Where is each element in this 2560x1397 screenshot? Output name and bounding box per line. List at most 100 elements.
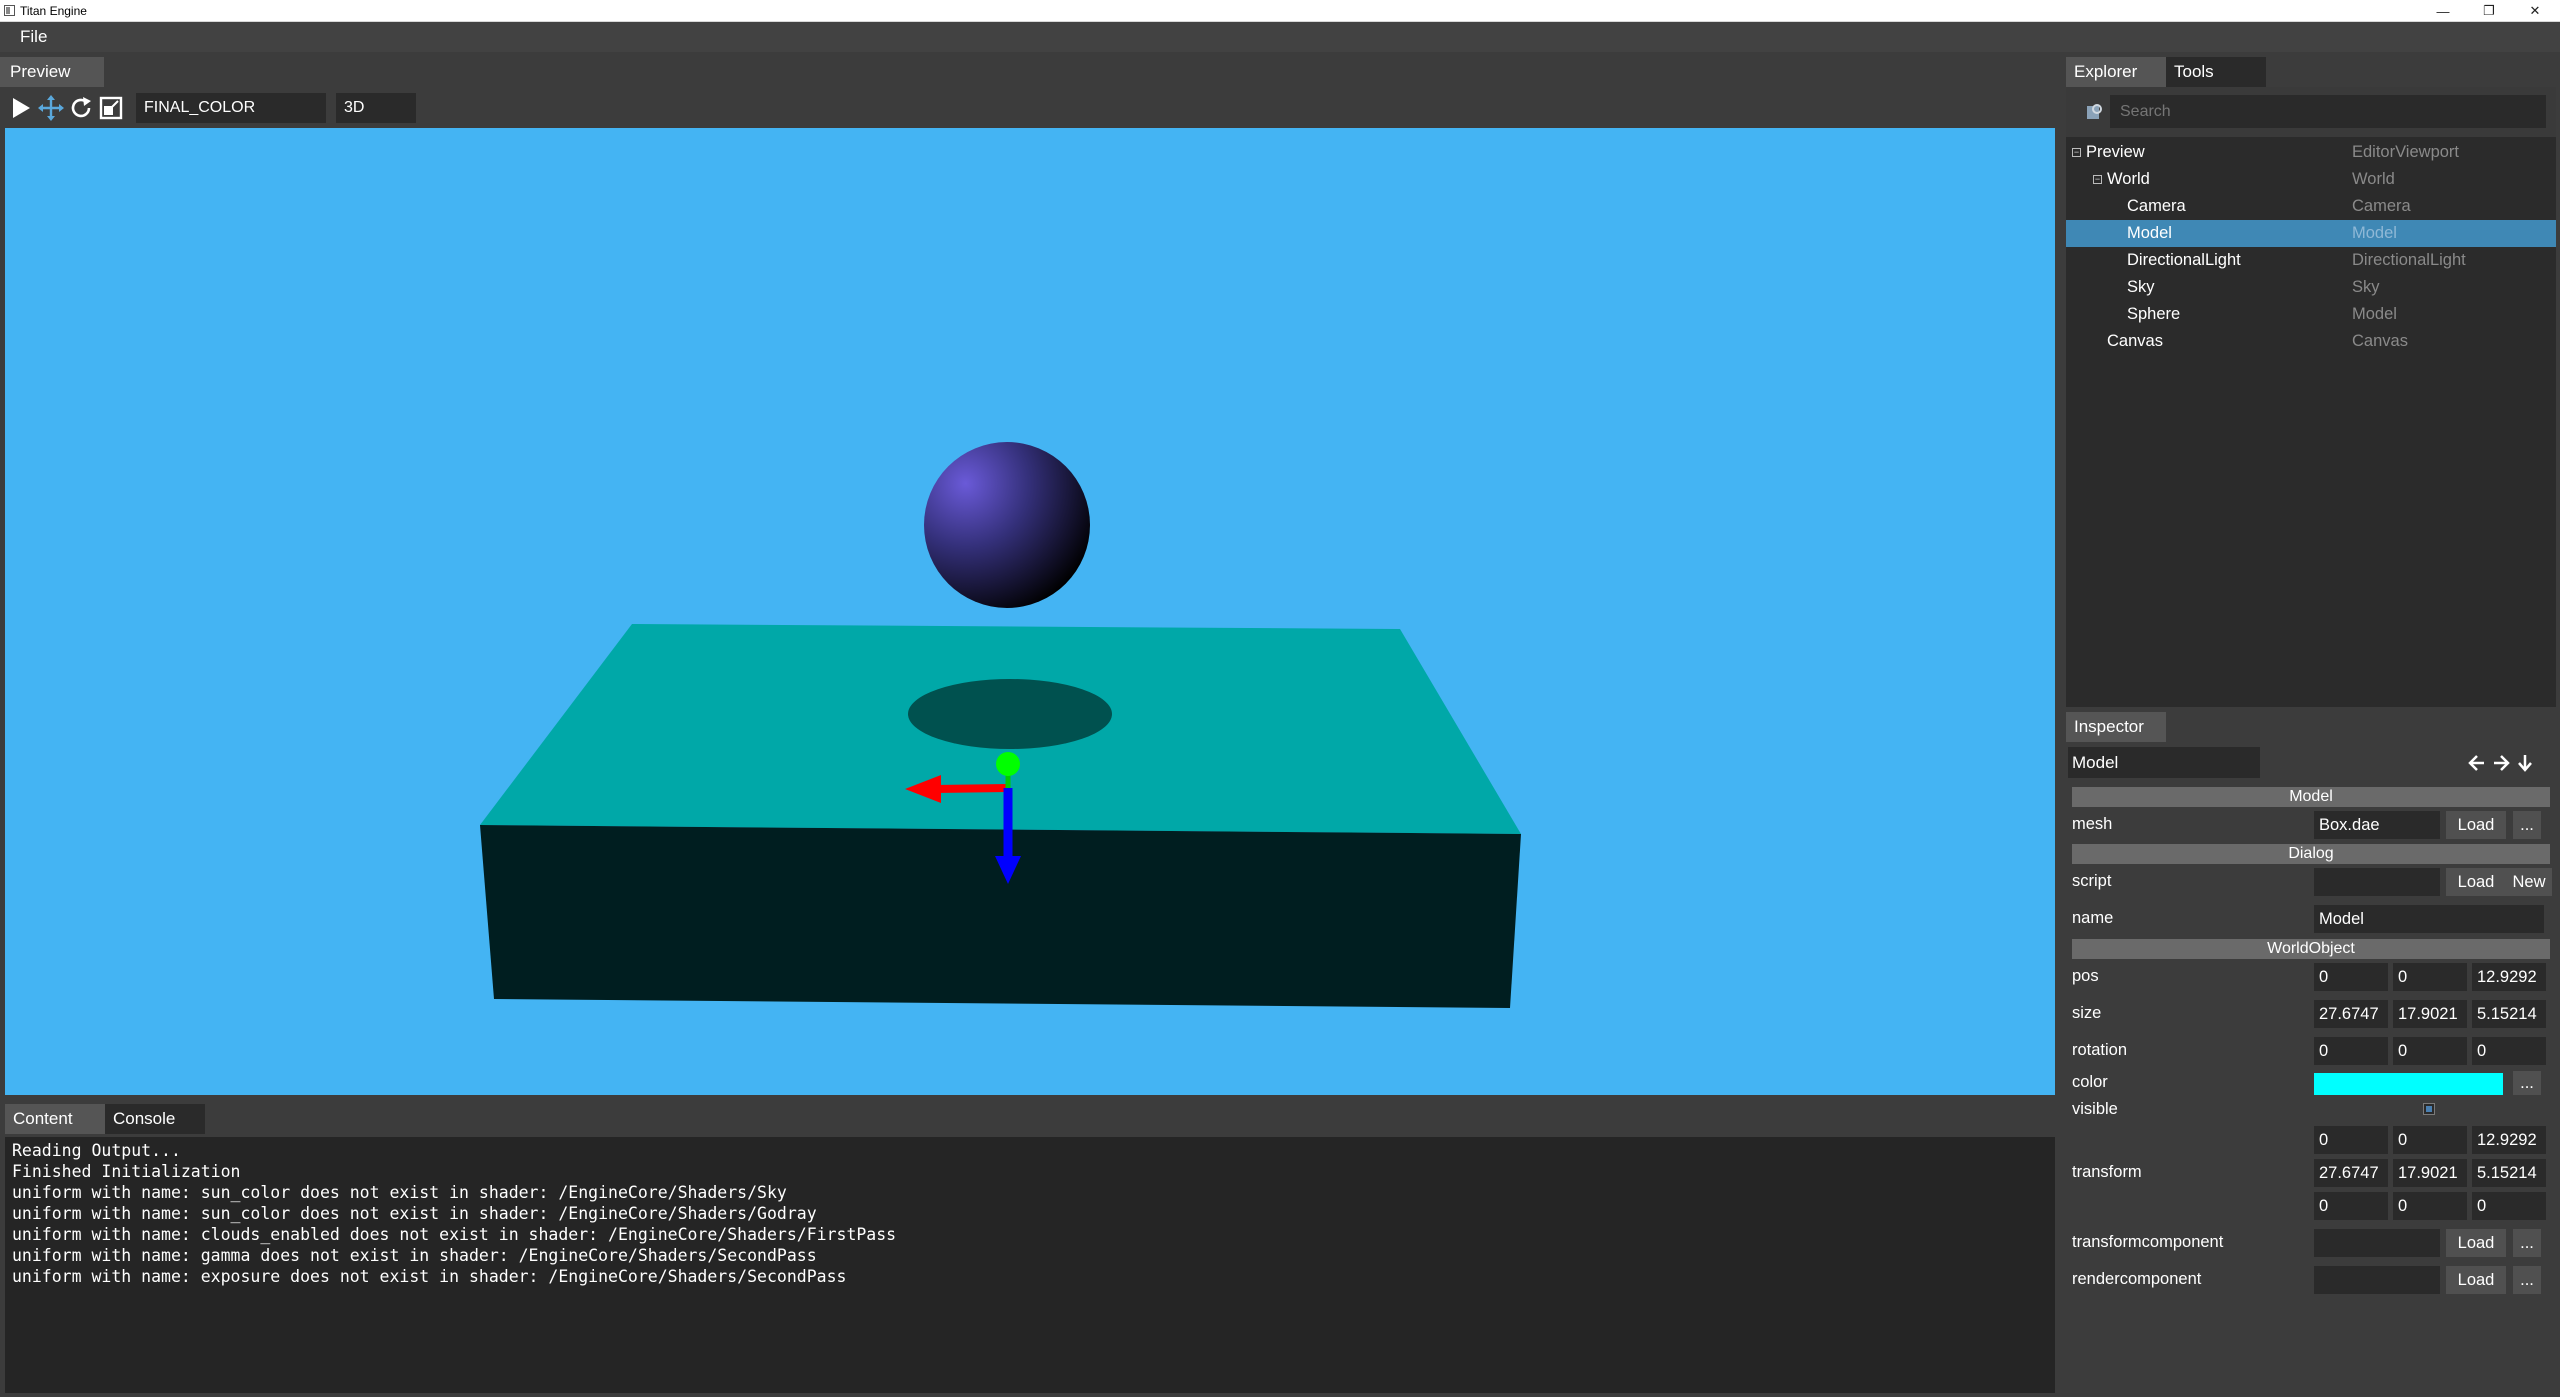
scene-render: [480, 442, 1521, 1008]
tree-item-type: Sky: [2352, 278, 2380, 296]
arrow-right-icon[interactable]: [2492, 753, 2510, 773]
menu-bar: File: [0, 22, 2560, 52]
script-load-button[interactable]: Load: [2446, 868, 2506, 896]
transformcomponent-more-button[interactable]: ...: [2513, 1229, 2541, 1257]
prop-label-rotation: rotation: [2072, 1041, 2128, 1059]
tree-item-type: Canvas: [2352, 332, 2408, 350]
tab-inspector[interactable]: Inspector: [2066, 712, 2166, 742]
search-input[interactable]: [2110, 102, 2510, 121]
collapse-icon[interactable]: −: [2072, 148, 2081, 157]
tab-explorer[interactable]: Explorer: [2066, 57, 2166, 87]
pos-y-field[interactable]: 0: [2393, 963, 2467, 991]
console-output[interactable]: Reading Output... Finished Initializatio…: [5, 1137, 2055, 1393]
tree-item-sky[interactable]: Sky Sky: [2066, 274, 2556, 301]
prop-label-size: size: [2072, 1004, 2102, 1022]
scale-icon[interactable]: [96, 93, 126, 123]
transformcomponent-load-button[interactable]: Load: [2446, 1229, 2506, 1257]
transform-field[interactable]: 0: [2314, 1126, 2388, 1154]
view-dimension-toggle[interactable]: 3D: [336, 92, 416, 123]
search-icon: [2078, 95, 2110, 128]
window-title: Titan Engine: [20, 3, 87, 18]
rotation-x-field[interactable]: 0: [2314, 1037, 2388, 1065]
size-y-field[interactable]: 17.9021: [2393, 1000, 2467, 1028]
transform-field[interactable]: 0: [2393, 1192, 2467, 1220]
minimize-button[interactable]: —: [2420, 0, 2466, 22]
transformcomponent-field[interactable]: [2314, 1229, 2440, 1257]
rotation-y-field[interactable]: 0: [2393, 1037, 2467, 1065]
arrow-left-icon[interactable]: [2468, 753, 2486, 773]
prop-label-transform: transform: [2072, 1163, 2142, 1181]
transform-field[interactable]: 12.9292: [2472, 1126, 2546, 1154]
arrow-down-icon[interactable]: [2516, 753, 2534, 773]
size-x-field[interactable]: 27.6747: [2314, 1000, 2388, 1028]
script-field[interactable]: [2314, 868, 2440, 896]
tree-item-type: World: [2352, 170, 2395, 188]
inspected-object-name: Model: [2068, 747, 2260, 778]
tree-item-name: Preview: [2086, 143, 2145, 161]
tree-item-world[interactable]: − World World: [2066, 166, 2556, 193]
collapse-icon[interactable]: −: [2093, 175, 2102, 184]
inspector-panel: Model Model mesh Box.dae Load ... Dialog…: [2066, 743, 2556, 1393]
move-icon[interactable]: [36, 93, 66, 123]
prop-label-visible: visible: [2072, 1100, 2118, 1118]
visible-checkbox[interactable]: [2423, 1103, 2435, 1115]
sphere-shadow: [908, 679, 1112, 749]
play-icon[interactable]: [6, 93, 36, 123]
pos-x-field[interactable]: 0: [2314, 963, 2388, 991]
search-box[interactable]: [2078, 95, 2546, 128]
render-mode-select[interactable]: FINAL_COLOR: [136, 92, 326, 123]
tree-item-model[interactable]: Model Model: [2066, 220, 2556, 247]
tree-item-type: DirectionalLight: [2352, 251, 2466, 269]
pos-z-field[interactable]: 12.9292: [2472, 963, 2546, 991]
tree-item-name: Canvas: [2107, 332, 2163, 350]
restore-button[interactable]: ❐: [2466, 0, 2512, 22]
sphere-model: [924, 442, 1090, 608]
tab-console[interactable]: Console: [105, 1104, 205, 1134]
tree-item-camera[interactable]: Camera Camera: [2066, 193, 2556, 220]
rotation-z-field[interactable]: 0: [2472, 1037, 2546, 1065]
size-z-field[interactable]: 5.15214: [2472, 1000, 2546, 1028]
box-front-face: [480, 825, 1521, 1008]
rendercomponent-field[interactable]: [2314, 1266, 2440, 1294]
transform-field[interactable]: 27.6747: [2314, 1159, 2388, 1187]
rendercomponent-load-button[interactable]: Load: [2446, 1266, 2506, 1294]
prop-label-name: name: [2072, 909, 2114, 927]
mesh-load-button[interactable]: Load: [2446, 811, 2506, 839]
transform-field[interactable]: 5.15214: [2472, 1159, 2546, 1187]
tree-item-directionallight[interactable]: DirectionalLight DirectionalLight: [2066, 247, 2556, 274]
tree-item-canvas[interactable]: Canvas Canvas: [2066, 328, 2556, 355]
rotate-icon[interactable]: [66, 93, 96, 123]
script-new-button[interactable]: New: [2506, 868, 2552, 896]
inspector-header: Model: [2066, 743, 2556, 783]
mesh-field[interactable]: Box.dae: [2314, 811, 2440, 839]
console-line: Reading Output...: [12, 1141, 181, 1160]
transform-field[interactable]: 0: [2314, 1192, 2388, 1220]
close-button[interactable]: ✕: [2512, 0, 2558, 22]
prop-label-mesh: mesh: [2072, 815, 2113, 833]
color-swatch[interactable]: [2314, 1073, 2503, 1095]
tree-item-name: Model: [2127, 224, 2172, 242]
tree-item-name: Sphere: [2127, 305, 2181, 323]
color-more-button[interactable]: ...: [2513, 1071, 2541, 1095]
tree-item-name: Sky: [2127, 278, 2155, 296]
prop-label-rendercomponent: rendercomponent: [2072, 1270, 2202, 1288]
app-icon: [4, 5, 15, 16]
menu-file[interactable]: File: [0, 27, 61, 47]
mesh-more-button[interactable]: ...: [2513, 811, 2541, 839]
inspector-tabstrip: Inspector: [2066, 712, 2166, 742]
transform-field[interactable]: 17.9021: [2393, 1159, 2467, 1187]
bottom-tabstrip: Content Console: [5, 1104, 205, 1134]
console-line: uniform with name: exposure does not exi…: [12, 1267, 847, 1286]
tree-item-preview[interactable]: − Preview EditorViewport: [2066, 139, 2556, 166]
transform-field[interactable]: 0: [2472, 1192, 2546, 1220]
preview-toolbar: FINAL_COLOR 3D: [0, 88, 2060, 127]
transform-field[interactable]: 0: [2393, 1126, 2467, 1154]
3d-viewport[interactable]: [5, 128, 2055, 1095]
name-field[interactable]: Model: [2314, 905, 2544, 933]
tab-preview[interactable]: Preview: [0, 57, 104, 87]
tab-content[interactable]: Content: [5, 1104, 105, 1134]
tab-tools[interactable]: Tools: [2166, 57, 2266, 87]
rendercomponent-more-button[interactable]: ...: [2513, 1266, 2541, 1294]
tree-item-type: Model: [2352, 224, 2397, 242]
tree-item-sphere[interactable]: Sphere Model: [2066, 301, 2556, 328]
